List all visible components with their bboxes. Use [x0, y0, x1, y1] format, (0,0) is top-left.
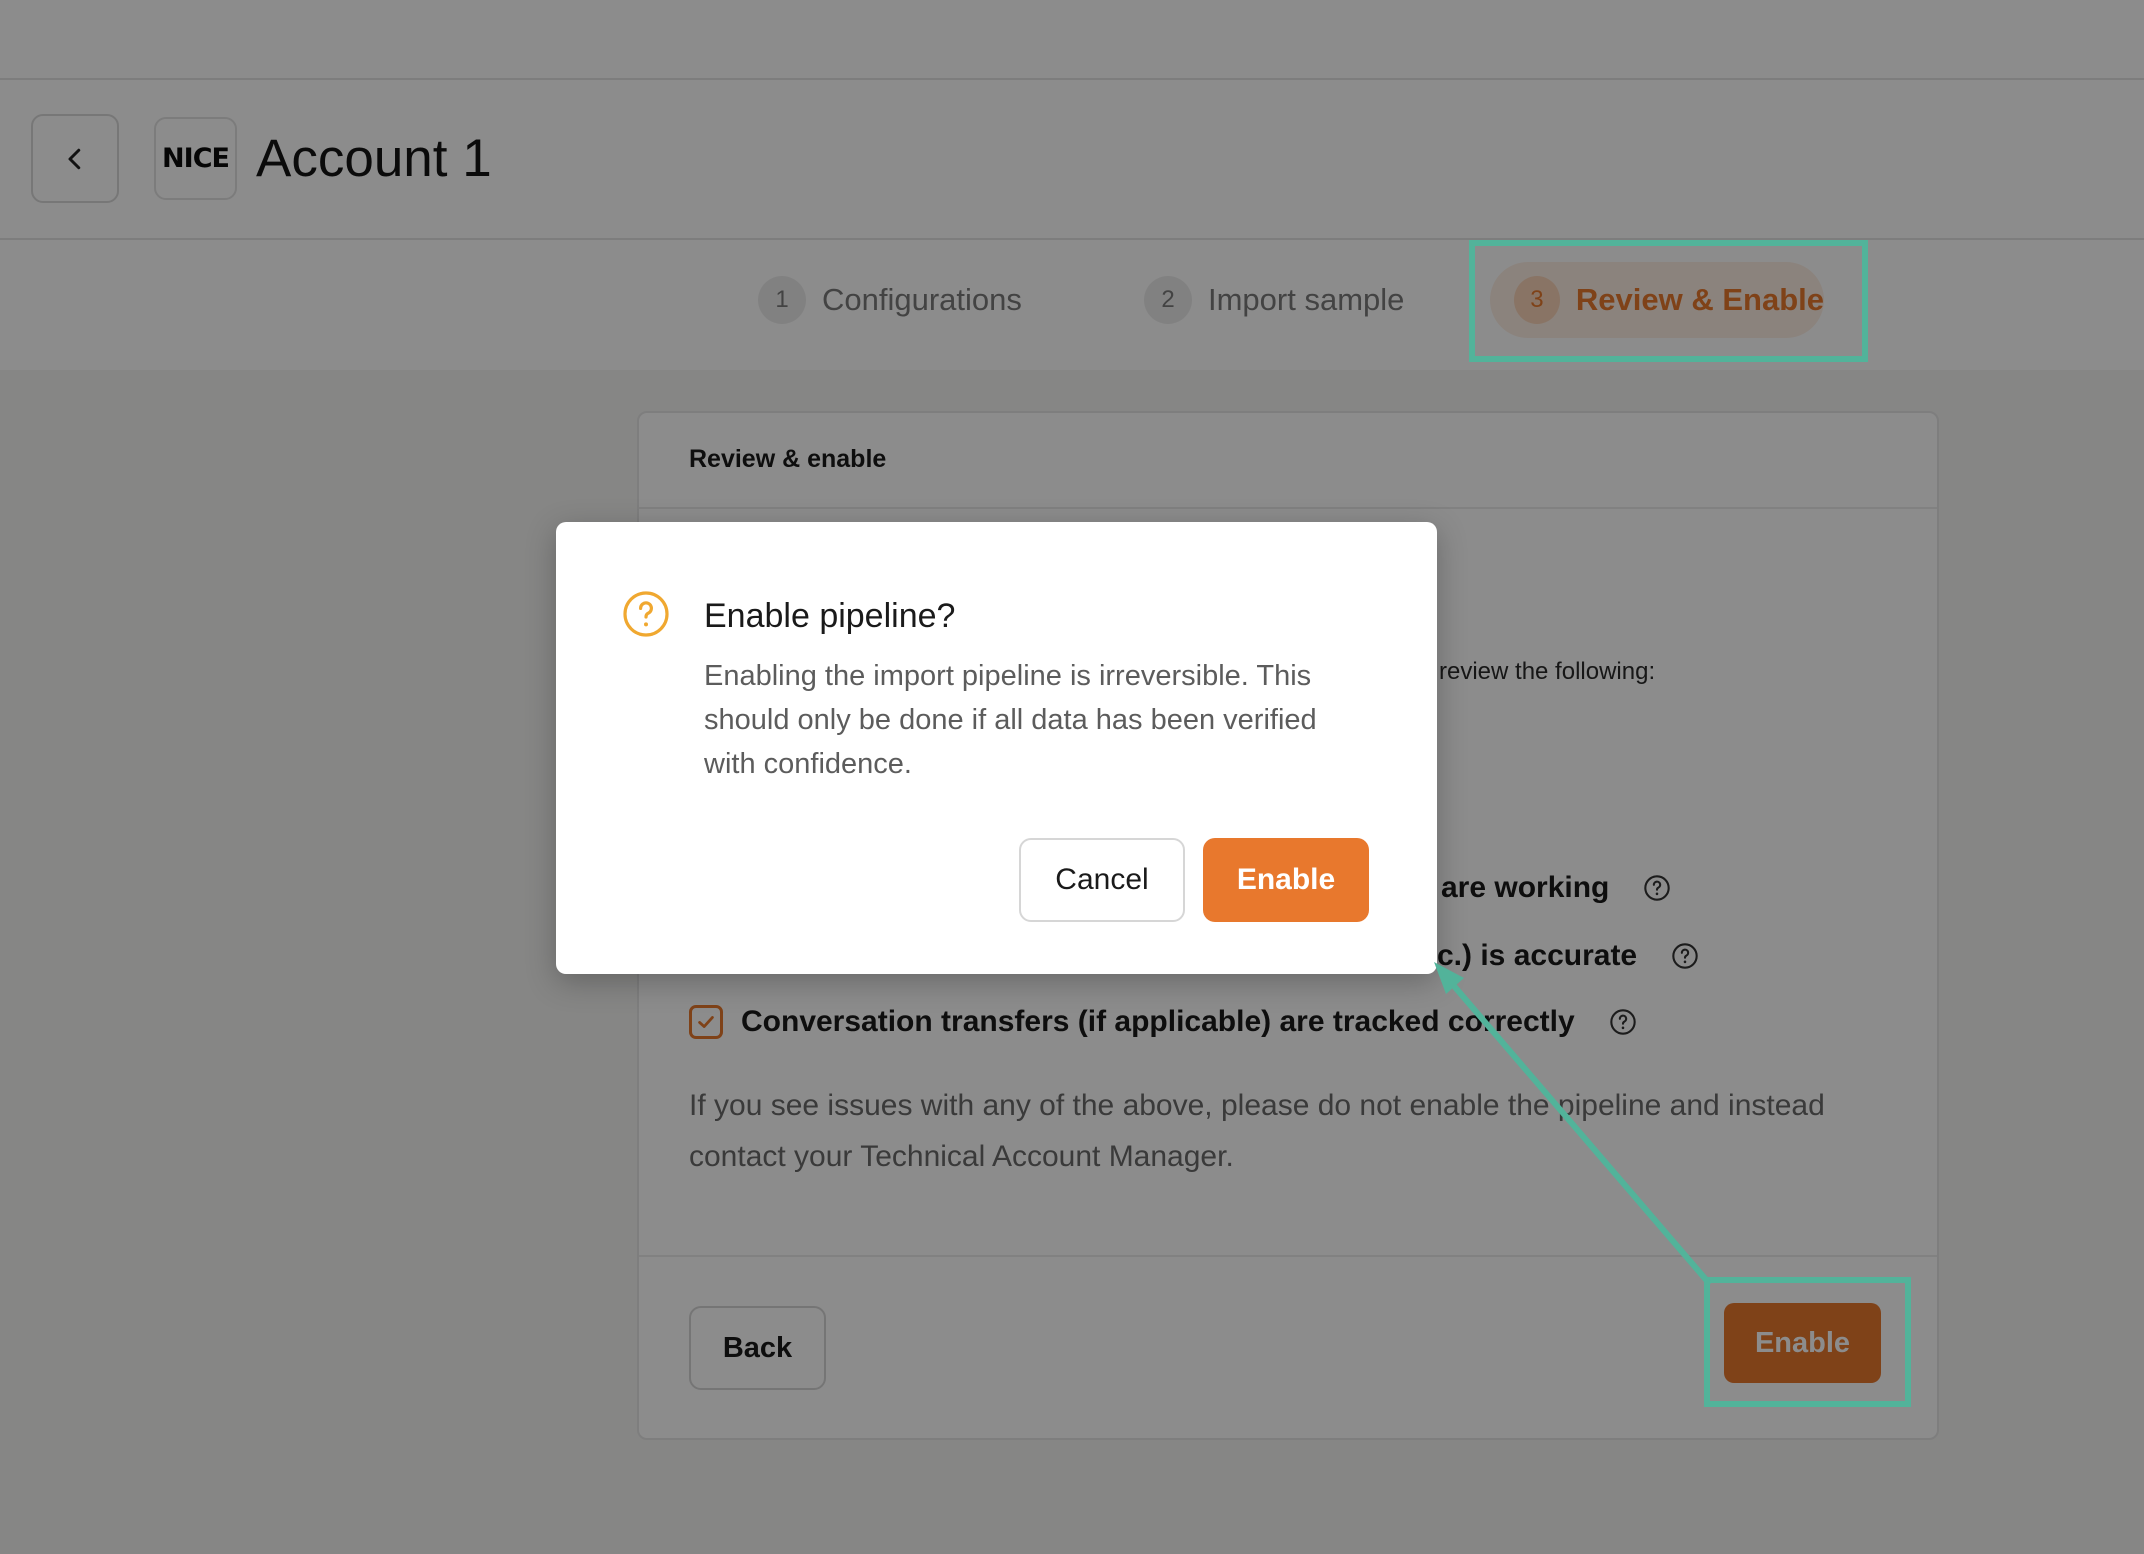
- confirm-dialog: Enable pipeline? Enabling the import pip…: [556, 522, 1437, 974]
- confirm-enable-button[interactable]: Enable: [1203, 838, 1369, 922]
- highlight-box-step: [1469, 240, 1868, 362]
- cancel-button[interactable]: Cancel: [1019, 838, 1185, 922]
- dialog-title: Enable pipeline?: [704, 597, 956, 635]
- highlight-box-enable: [1704, 1277, 1911, 1407]
- question-circle-icon: [623, 591, 669, 637]
- dialog-body: Enabling the import pipeline is irrevers…: [704, 660, 1317, 780]
